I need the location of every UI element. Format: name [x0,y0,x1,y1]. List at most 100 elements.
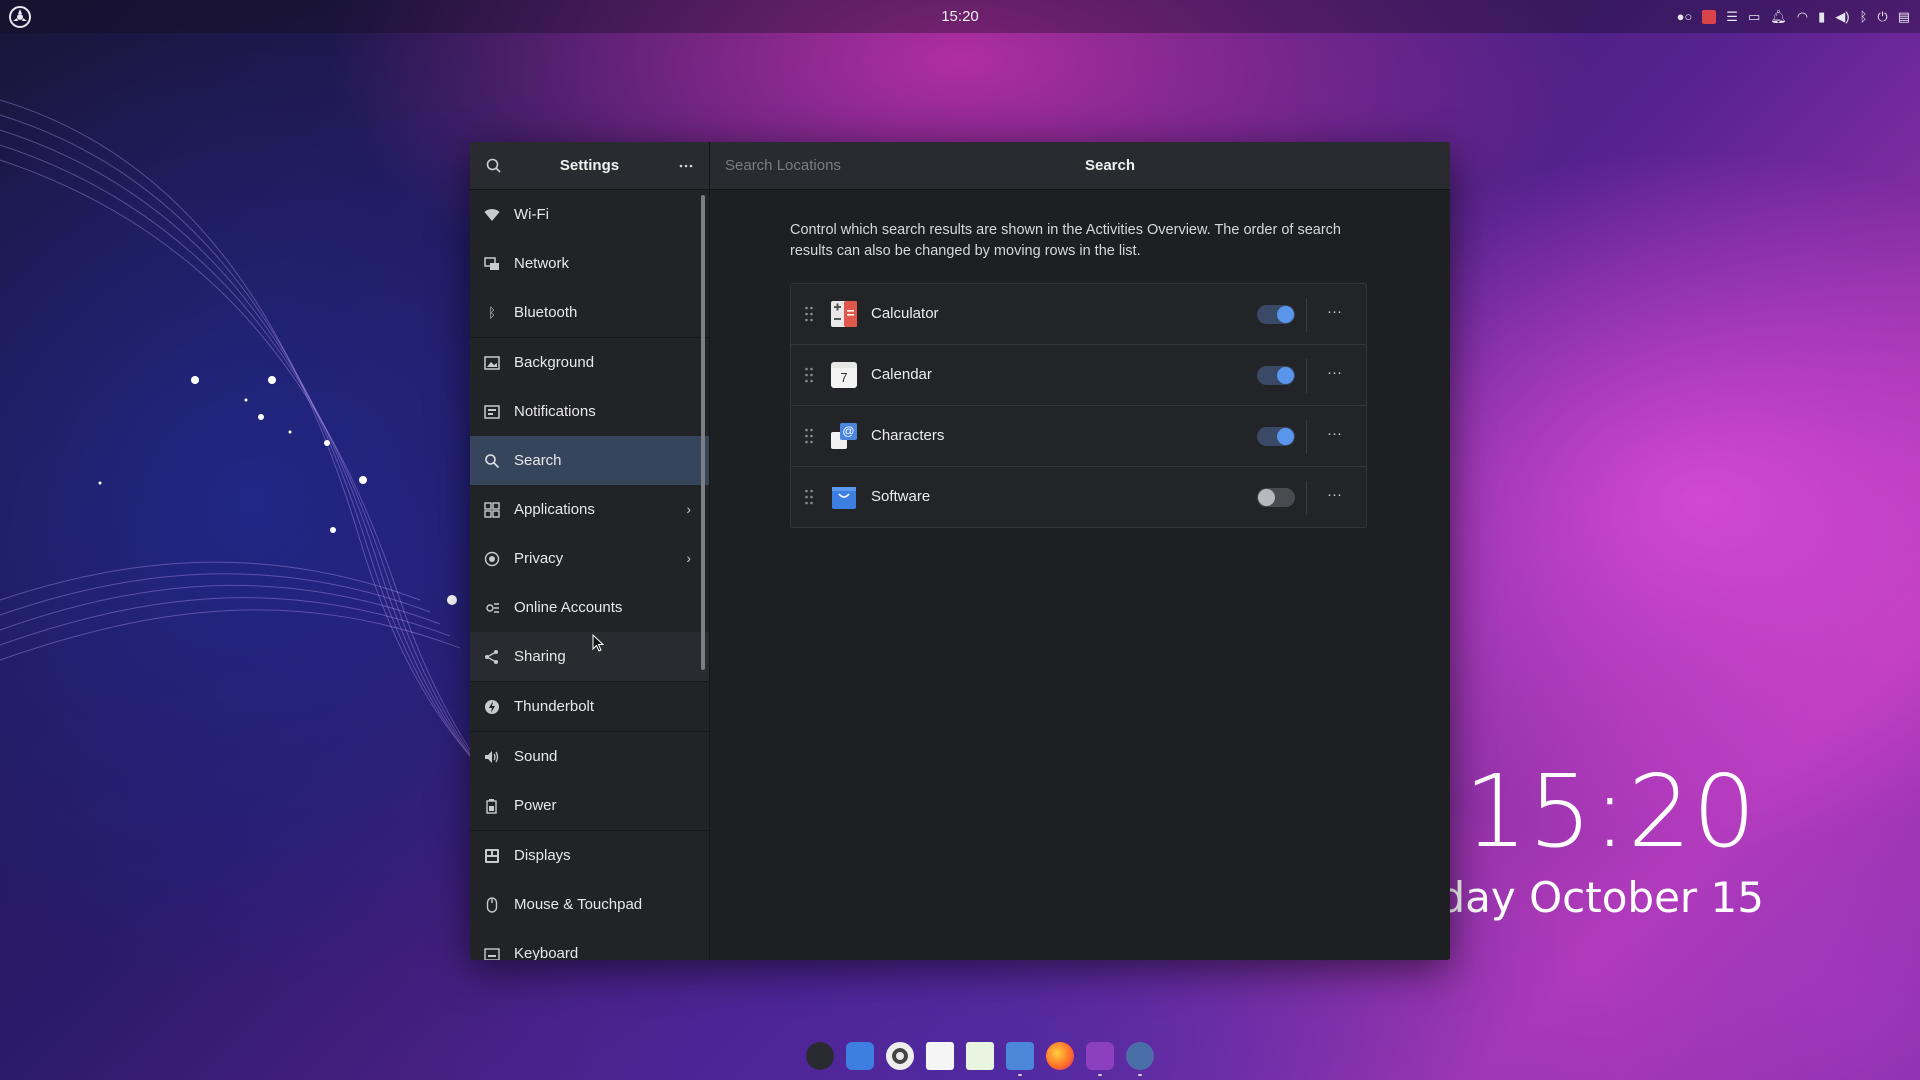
row-separator [1306,420,1307,454]
sidebar-item-keyboard[interactable]: Keyboard [470,929,709,960]
firefox-icon[interactable] [1046,1042,1074,1070]
power-icon[interactable]: ⏻ [1877,8,1887,26]
top-bar: 15:20 ●○ ☰ ▭ 🔔︎ ◠ ▮ ◀︎) ᛒ ⏻ ▤ [0,0,1920,33]
sidebar-item-network[interactable]: Network [470,239,709,288]
more-options-button[interactable]: ··· [1327,425,1342,442]
provider-row-calendar[interactable]: 7 Calendar ··· [791,345,1366,406]
keyboard-icon [484,946,500,960]
mouse-cursor-icon [592,634,604,652]
desktop-clock: 15:20 [1463,753,1757,870]
sidebar-header: Settings [470,142,710,190]
row-separator [1306,481,1307,515]
sound-icon [484,749,500,765]
provider-row-characters[interactable]: @ Characters ··· [791,406,1366,467]
sidebar-item-power[interactable]: Power [470,781,709,831]
notifications-icon[interactable]: 🔔︎ [1770,8,1787,26]
drag-handle-icon[interactable] [804,489,814,505]
provider-toggle-calculator[interactable] [1257,305,1295,324]
toggle-app-icon[interactable] [1126,1042,1154,1076]
podcast-icon[interactable] [1086,1042,1114,1076]
settings-window: Settings Search Locations Search – ▫ ✕ W… [470,142,1450,960]
sidebar-scrollbar[interactable] [701,195,705,670]
search-locations-label[interactable]: Search Locations [725,157,841,174]
sidebar-item-label: Notifications [514,403,596,420]
sidebar-item-label: Network [514,255,570,272]
more-options-button[interactable]: ··· [1327,364,1342,381]
top-bar-clock[interactable]: 15:20 [0,8,1920,25]
sidebar: Wi-Fi Network ᛒ Bluetooth Background Not… [470,190,710,960]
background-icon [484,355,500,371]
bluetooth-icon: ᛒ [488,305,496,320]
sidebar-item-mouse-touchpad[interactable]: Mouse & Touchpad [470,880,709,929]
sidebar-item-privacy[interactable]: Privacy › [470,534,709,583]
sidebar-item-label: Bluetooth [514,304,578,321]
more-options-button[interactable]: ··· [1327,303,1342,320]
sidebar-item-label: Displays [514,847,571,864]
sidebar-item-label: Applications [514,501,595,518]
battery-icon[interactable]: ▮ [1818,8,1825,26]
volume-icon[interactable]: ◀︎) [1835,8,1849,26]
sidebar-item-displays[interactable]: Displays [470,831,709,880]
sidebar-item-bluetooth[interactable]: ᛒ Bluetooth [470,288,709,338]
search-description: Control which search results are shown i… [790,222,1341,259]
folder-icon[interactable]: ▭ [1748,8,1760,26]
provider-name: Calculator [871,305,939,322]
wifi-icon [484,207,500,223]
settings-app-icon[interactable] [806,1042,834,1070]
sidebar-item-sharing[interactable]: Sharing [470,632,709,682]
sidebar-item-wifi[interactable]: Wi-Fi [470,190,709,239]
sidebar-item-notifications[interactable]: Notifications [470,387,709,436]
drag-handle-icon[interactable] [804,306,814,322]
calendar-icon-day: 7 [840,370,848,385]
bluetooth-icon[interactable]: ᛒ [1860,8,1868,26]
thunderbolt-icon [484,699,500,715]
provider-name: Characters [871,427,945,444]
disk-app-icon[interactable] [886,1042,914,1070]
sidebar-title: Settings [559,157,620,174]
menu-icon[interactable]: ☰ [1726,8,1738,26]
provider-name: Calendar [871,366,932,383]
wifi-icon[interactable]: ◠ [1797,8,1808,26]
spreadsheet-icon[interactable] [966,1042,994,1070]
sidebar-item-label: Background [514,354,595,371]
sidebar-item-label: Privacy [514,550,564,567]
search-icon [484,453,500,469]
screen-record-icon[interactable] [1702,10,1717,24]
row-separator [1306,298,1307,332]
sidebar-item-label: Search [514,452,562,469]
sidebar-item-applications[interactable]: Applications › [470,485,709,534]
sidebar-item-sound[interactable]: Sound [470,732,709,781]
drag-handle-icon[interactable] [804,428,814,444]
text-editor-icon[interactable] [926,1042,954,1070]
provider-row-software[interactable]: Software ··· [791,467,1366,528]
characters-icon-glyph: @ [840,423,857,440]
applications-icon [484,501,500,518]
sidebar-item-label: Power [514,797,557,814]
more-options-button[interactable]: ··· [1327,486,1342,503]
sidebar-item-label: Wi-Fi [514,206,549,223]
desktop-date-container: Tuesday October 15 [1450,860,1770,930]
sidebar-item-label: Keyboard [514,945,579,960]
online-accounts-icon [484,600,500,616]
sidebar-item-background[interactable]: Background [470,338,709,387]
sidebar-item-label: Thunderbolt [514,698,595,715]
row-separator [1306,359,1307,393]
software-app-icon[interactable] [846,1042,874,1070]
sidebar-item-online-accounts[interactable]: Online Accounts [470,583,709,632]
sidebar-item-thunderbolt[interactable]: Thunderbolt [470,682,709,732]
chevron-right-icon: › [686,550,691,566]
calendar-icon: 7 [831,362,857,388]
drag-handle-icon[interactable] [804,367,814,383]
provider-toggle-calendar[interactable] [1257,366,1295,385]
menu-more-icon[interactable] [676,156,696,176]
sidebar-item-label: Online Accounts [514,599,623,616]
files-icon[interactable] [1006,1042,1034,1076]
provider-toggle-software[interactable] [1257,488,1295,507]
sidebar-item-label: Sharing [514,648,566,665]
provider-row-calculator[interactable]: Calculator ··· [791,284,1366,345]
circle-dots-icon[interactable]: ●○ [1677,8,1693,26]
power-icon [484,798,500,814]
provider-toggle-characters[interactable] [1257,427,1295,446]
sidebar-item-search[interactable]: Search [470,436,709,485]
clipboard-icon[interactable]: ▤ [1898,8,1910,26]
